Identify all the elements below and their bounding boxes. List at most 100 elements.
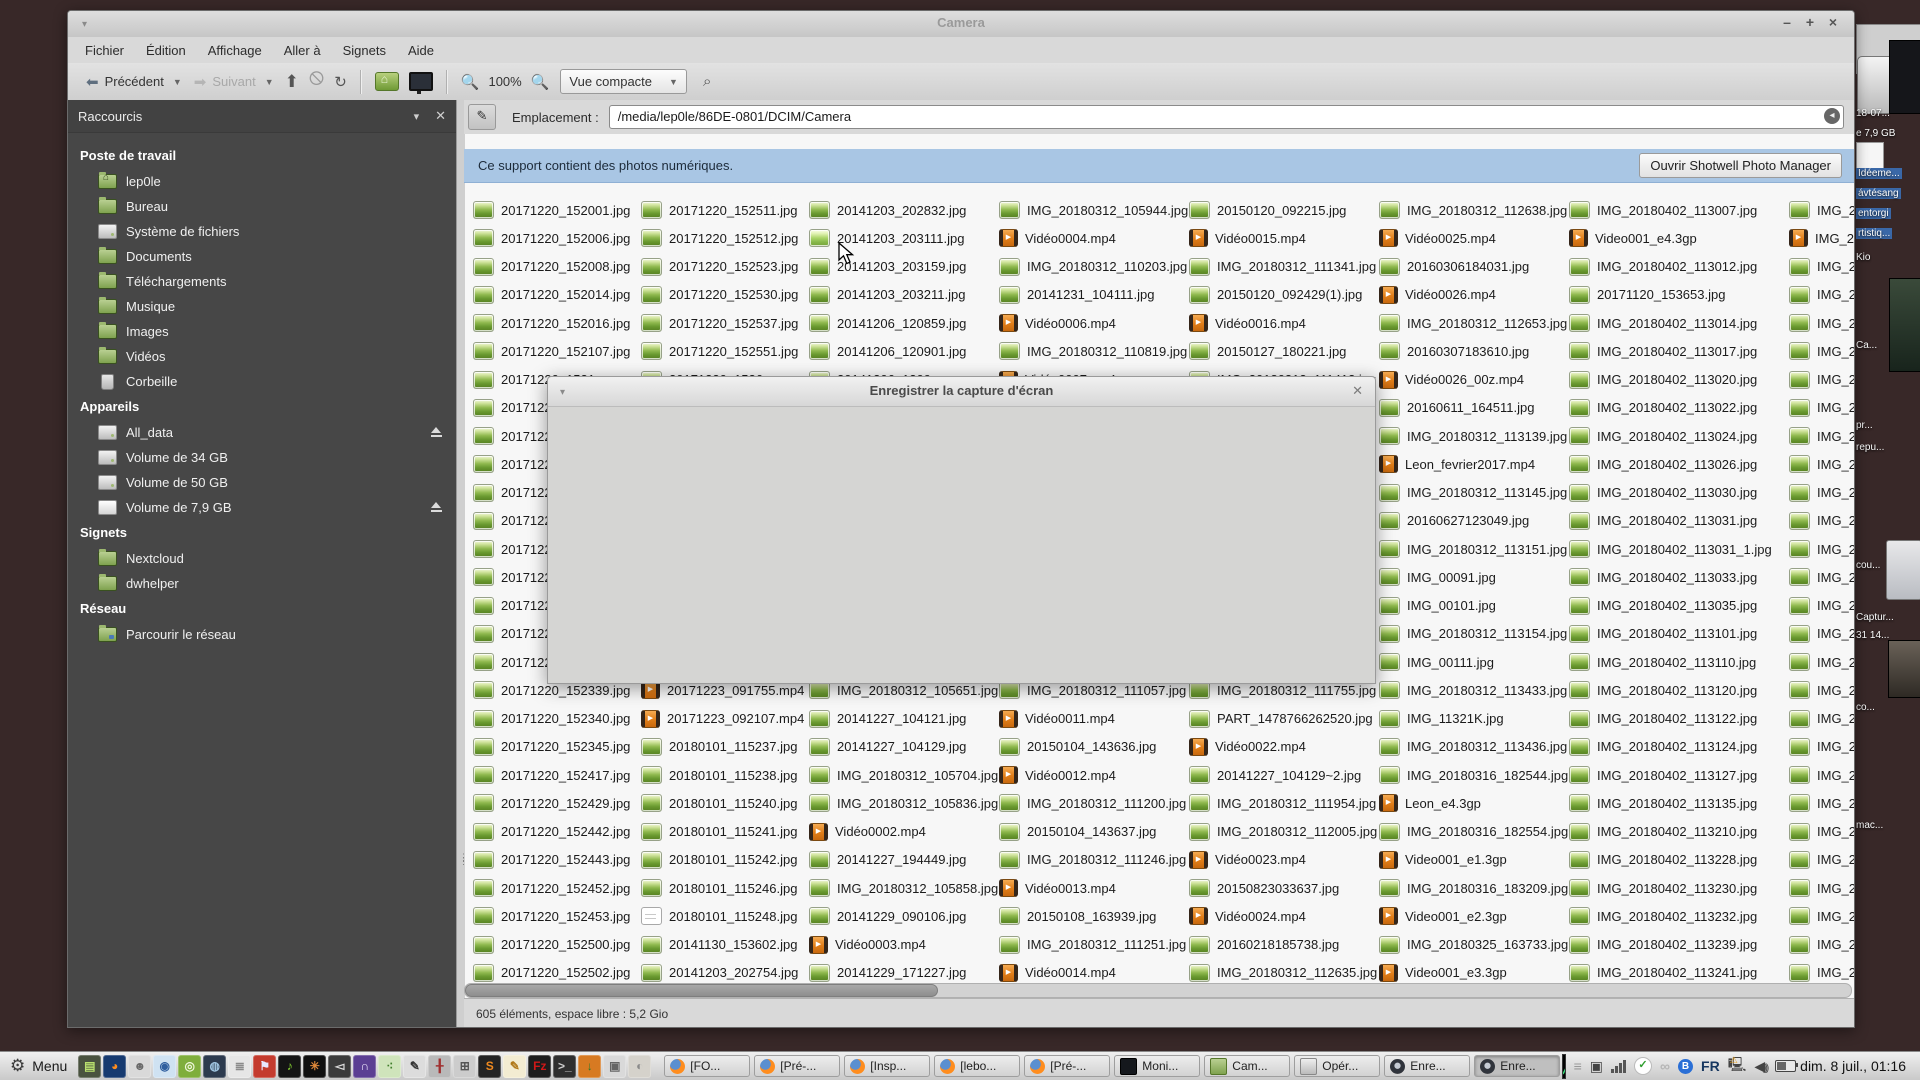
- launcher-green-bubbles-icon[interactable]: ⁖: [378, 1054, 402, 1078]
- file-item[interactable]: 20141206_120901.jpg: [809, 337, 1009, 365]
- file-item[interactable]: IMG_20180312_112635.jpg: [1189, 959, 1389, 987]
- launcher-search-globe-icon[interactable]: ◍: [203, 1054, 227, 1078]
- up-button[interactable]: ⬆: [285, 72, 299, 92]
- file-item[interactable]: ▶ Vidéo0025.mp4: [1379, 224, 1579, 252]
- file-item[interactable]: IMG_20180402_113239.jpg: [1569, 931, 1769, 959]
- close-button[interactable]: ×: [1826, 14, 1840, 30]
- edit-path-button[interactable]: ✎: [468, 104, 496, 130]
- launcher-messenger-icon[interactable]: ☻: [128, 1054, 152, 1078]
- file-item[interactable]: ▶ Vidéo0015.mp4: [1189, 224, 1389, 252]
- file-item[interactable]: IMG_201: [1789, 818, 1854, 846]
- sidebar-item-corbeille[interactable]: Corbeille: [68, 369, 456, 394]
- file-item[interactable]: IMG_00111.jpg: [1379, 648, 1579, 676]
- desktop-icon-label[interactable]: co...: [1856, 702, 1875, 713]
- file-item[interactable]: IMG_20180402_113101.jpg: [1569, 620, 1769, 648]
- file-item[interactable]: ▶ Vidéo0026_00z.mp4: [1379, 366, 1579, 394]
- launcher-terminal-icon[interactable]: >_: [553, 1054, 577, 1078]
- file-item[interactable]: IMG_201: [1789, 422, 1854, 450]
- file-item[interactable]: IMG_20180312_113436.jpg: [1379, 733, 1579, 761]
- menu-aide[interactable]: Aide: [399, 40, 443, 61]
- launcher-sublime-text-icon[interactable]: S: [478, 1054, 502, 1078]
- launcher-filezilla-icon[interactable]: Fz: [528, 1054, 552, 1078]
- file-item[interactable]: ▶ Vidéo0012.mp4: [999, 761, 1199, 789]
- sidebar-item-lep0le[interactable]: lep0le: [68, 169, 456, 194]
- sidebar-item-parcourir-le-r-seau[interactable]: Parcourir le réseau: [68, 622, 456, 647]
- dialog-close-icon[interactable]: ✕: [1352, 383, 1363, 399]
- tray-rings-icon[interactable]: ∞: [1660, 1058, 1670, 1074]
- eject-icon[interactable]: [431, 427, 442, 437]
- desktop-photo-thumbnail[interactable]: [1889, 278, 1920, 372]
- file-item[interactable]: IMG_20180402_113020.jpg: [1569, 366, 1769, 394]
- launcher-plug-tool-icon[interactable]: ╂: [428, 1054, 452, 1078]
- file-item[interactable]: ▶ Vidéo0014.mp4: [999, 959, 1199, 987]
- file-item[interactable]: IMG_201: [1789, 563, 1854, 591]
- desktop-icon-label[interactable]: rtistiq...: [1856, 228, 1893, 239]
- sidebar-item-volume-de-34-gb[interactable]: Volume de 34 GB: [68, 445, 456, 470]
- menu-signets[interactable]: Signets: [334, 40, 395, 61]
- file-item[interactable]: IMG_201: [1789, 902, 1854, 930]
- open-shotwell-button[interactable]: Ouvrir Shotwell Photo Manager: [1639, 153, 1842, 178]
- file-item[interactable]: IMG_00101.jpg: [1379, 592, 1579, 620]
- dialog-titlebar[interactable]: ▾ Enregistrer la capture d'écran ✕: [548, 377, 1375, 407]
- computer-button[interactable]: [408, 72, 433, 94]
- taskbar-window-button[interactable]: [Insp...: [844, 1055, 931, 1077]
- sidebar-item-documents[interactable]: Documents: [68, 244, 456, 269]
- file-item[interactable]: 20150127_180221.jpg: [1189, 337, 1389, 365]
- sidebar-close-icon[interactable]: ✕: [435, 108, 446, 124]
- desktop-icon-label[interactable]: e 7,9 GB: [1856, 128, 1895, 139]
- file-item[interactable]: ▶ Vidéo0011.mp4: [999, 705, 1199, 733]
- file-item[interactable]: IMG_201: [1789, 931, 1854, 959]
- eject-icon[interactable]: [431, 502, 442, 512]
- file-item[interactable]: IMG_20180312_105858.jpg: [809, 874, 1009, 902]
- file-item[interactable]: 20160306184031.jpg: [1379, 253, 1579, 281]
- bluetooth-icon[interactable]: B: [1678, 1058, 1694, 1074]
- file-item[interactable]: 20150104_143636.jpg: [999, 733, 1199, 761]
- file-item[interactable]: IMG_11321K.jpg: [1379, 705, 1579, 733]
- menu-affichage[interactable]: Affichage: [199, 40, 271, 61]
- stop-button[interactable]: 🛇: [309, 69, 324, 94]
- launcher-firefox-icon[interactable]: ◕: [103, 1054, 127, 1078]
- desktop-icon-label[interactable]: pr...: [1856, 420, 1873, 431]
- file-item[interactable]: 20141227_104121.jpg: [809, 705, 1009, 733]
- launcher-display-icon[interactable]: ▣: [603, 1054, 627, 1078]
- file-item[interactable]: IMG_20180312_112653.jpg: [1379, 309, 1579, 337]
- launcher-notes-icon[interactable]: ✎: [503, 1054, 527, 1078]
- file-item[interactable]: IMG_20180402_113024.jpg: [1569, 422, 1769, 450]
- desktop-icon-label[interactable]: 18-07...: [1856, 108, 1890, 119]
- sidebar-header[interactable]: Raccourcis ▾ ✕: [68, 100, 456, 133]
- file-item[interactable]: 20150120_092215.jpg: [1189, 196, 1389, 224]
- file-item[interactable]: IMG_20180402_113241.jpg: [1569, 959, 1769, 987]
- sidebar-splitter[interactable]: ⋮ ⋮: [456, 100, 468, 1027]
- file-item[interactable]: IMG_20180402_113210.jpg: [1569, 818, 1769, 846]
- file-item[interactable]: IMG_201: [1789, 789, 1854, 817]
- desktop-icon-label[interactable]: Idéeme...: [1856, 168, 1902, 179]
- file-item[interactable]: IMG_20180402_113031_1.jpg: [1569, 535, 1772, 563]
- file-item[interactable]: IMG_20180312_105704.jpg: [809, 761, 1009, 789]
- file-item[interactable]: ▶ IMG_201: [1789, 224, 1854, 252]
- location-input[interactable]: /media/lep0le/86DE-0801/DCIM/Camera: [608, 105, 1844, 129]
- search-icon[interactable]: ⌕: [703, 73, 711, 90]
- file-item[interactable]: IMG_20180312_112005.jpg: [1189, 818, 1389, 846]
- file-item[interactable]: ▶ Video001_e4.3gp: [1569, 224, 1769, 252]
- file-item[interactable]: IMG_201: [1789, 196, 1854, 224]
- desktop-icon-label[interactable]: 31 14...: [1856, 630, 1889, 641]
- taskbar-window-button[interactable]: Moni...: [1114, 1055, 1201, 1077]
- file-item[interactable]: IMG_00091.jpg: [1379, 563, 1579, 591]
- zoom-in-button[interactable]: 🔍: [531, 73, 550, 91]
- launcher-pen-tool-icon[interactable]: ✎: [403, 1054, 427, 1078]
- launcher-photo-wheel-icon[interactable]: ✳: [303, 1054, 327, 1078]
- file-item[interactable]: ▶ Vidéo0023.mp4: [1189, 846, 1389, 874]
- file-item[interactable]: ▶ Video001_e2.3gp: [1379, 902, 1579, 930]
- file-item[interactable]: IMG_20180316_183209.jpg: [1379, 874, 1579, 902]
- file-item[interactable]: 20160218185738.jpg: [1189, 931, 1389, 959]
- file-item[interactable]: IMG_20180402_113014.jpg: [1569, 309, 1769, 337]
- file-item[interactable]: IMG_20180402_113031.jpg: [1569, 507, 1769, 535]
- file-item[interactable]: IMG_20180402_113228.jpg: [1569, 846, 1769, 874]
- desktop-icon-label[interactable]: Kio: [1856, 252, 1870, 263]
- file-item[interactable]: 20171120_153653.jpg: [1569, 281, 1769, 309]
- file-item[interactable]: IMG_20180312_113151.jpg: [1379, 535, 1579, 563]
- sidebar-item-all-data[interactable]: All_data: [68, 420, 456, 445]
- file-item[interactable]: IMG_20180312_111954.jpg: [1189, 789, 1389, 817]
- file-item[interactable]: ▶ Vidéo0013.mp4: [999, 874, 1199, 902]
- menu-button[interactable]: ⚙ Menu: [6, 1054, 77, 1078]
